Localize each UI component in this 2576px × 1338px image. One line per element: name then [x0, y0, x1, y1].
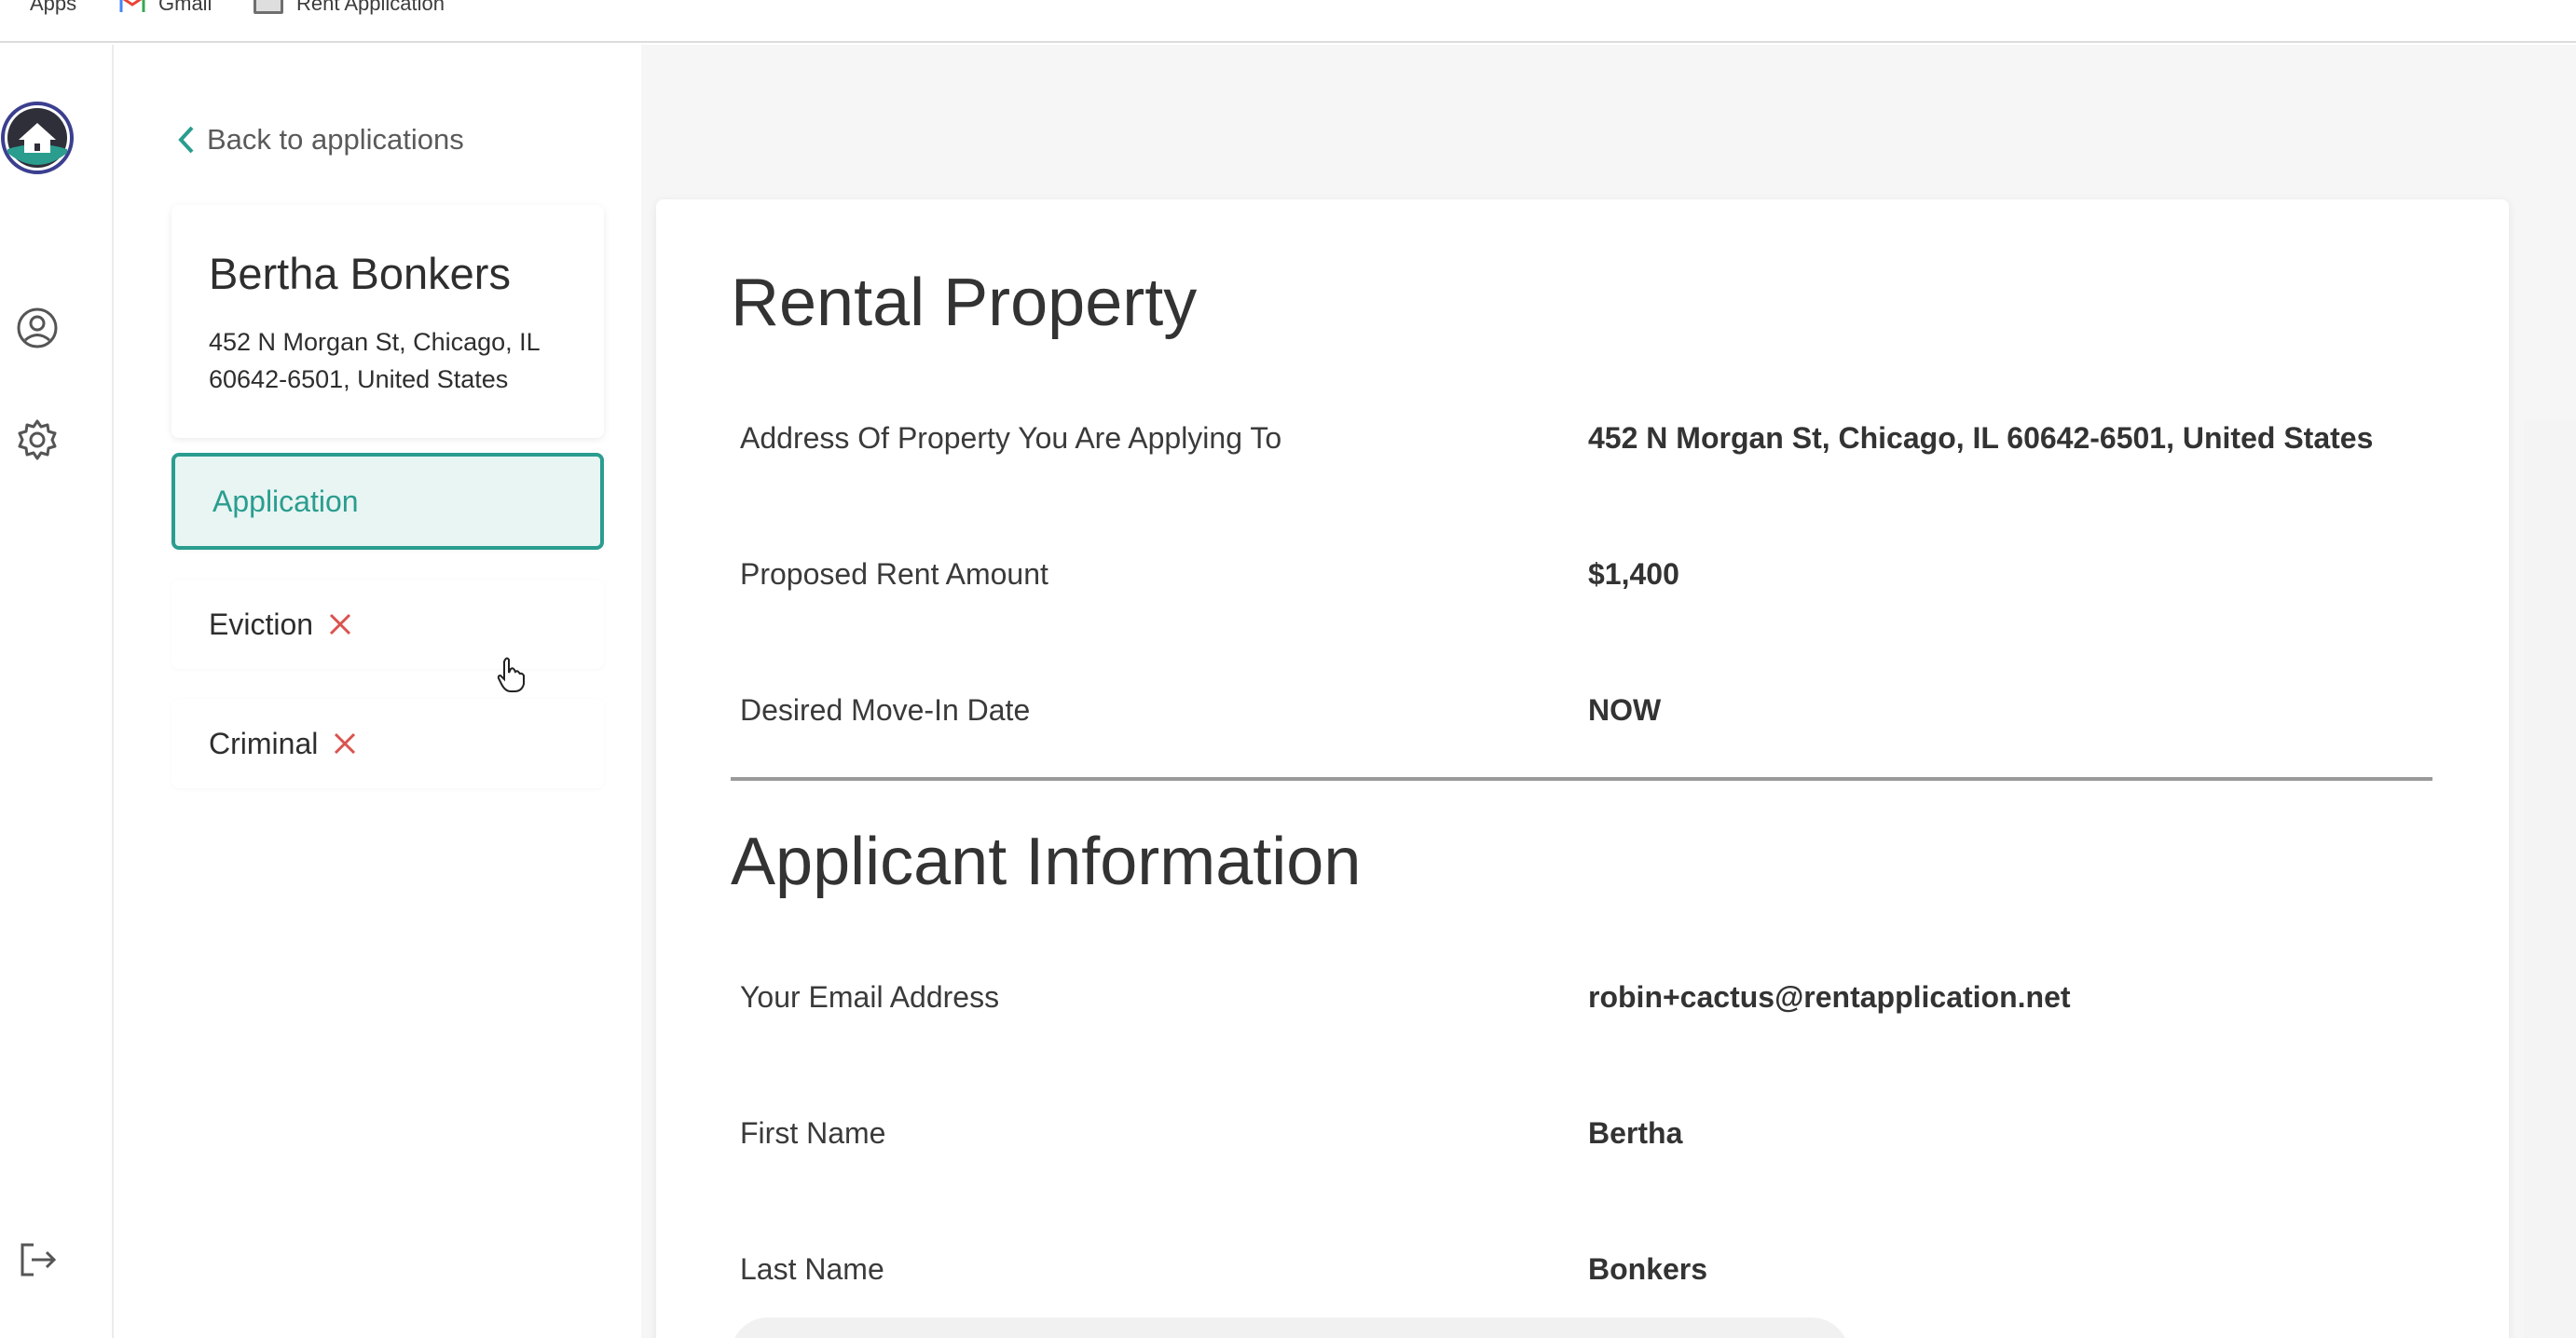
hand-cursor-icon	[497, 657, 525, 692]
nav-application-label: Application	[212, 484, 359, 518]
row-label-proposed-rent: Proposed Rent Amount	[740, 557, 1048, 591]
gmail-icon	[119, 0, 145, 12]
rental-property-title: Rental Property	[731, 266, 1198, 340]
nav-criminal[interactable]: Criminal	[171, 699, 604, 788]
bookmarks-bar: Apps Gmail Rent Application	[0, 0, 2576, 43]
right-strip	[2524, 419, 2576, 1338]
applicant-card: Bertha Bonkers 452 N Morgan St, Chicago,…	[171, 205, 604, 438]
eviction-failed-x-icon	[329, 613, 351, 635]
nav-eviction-label: Eviction	[209, 607, 314, 641]
row-value-first-name: Bertha	[1588, 1116, 1683, 1150]
row-label-property-address: Address Of Property You Are Applying To	[740, 421, 1282, 455]
bookmark-apps-label: Apps	[30, 0, 77, 15]
bookmark-page-icon	[253, 0, 283, 14]
bookmark-rent-application[interactable]: Rent Application	[253, 0, 445, 15]
applicant-address: 452 N Morgan St, Chicago, IL 60642-6501,…	[209, 323, 567, 398]
application-details-panel: Rental Property Address Of Property You …	[656, 199, 2509, 1338]
row-label-last-name: Last Name	[740, 1252, 884, 1286]
row-label-move-in-date: Desired Move-In Date	[740, 693, 1031, 727]
bookmark-gmail-label: Gmail	[158, 0, 212, 15]
row-label-first-name: First Name	[740, 1116, 886, 1150]
applicant-address-line1: 452 N Morgan St, Chicago, IL	[209, 328, 541, 356]
bookmark-apps[interactable]: Apps	[0, 0, 77, 15]
bookmark-rent-application-label: Rent Application	[296, 0, 445, 15]
row-value-proposed-rent: $1,400	[1588, 557, 1679, 591]
back-to-applications-link[interactable]: Back to applications	[177, 121, 464, 158]
logout-icon[interactable]	[15, 1237, 60, 1282]
back-link-label: Back to applications	[207, 123, 464, 156]
row-value-last-name: Bonkers	[1588, 1252, 1708, 1286]
settings-gear-icon[interactable]	[15, 417, 60, 462]
nav-eviction[interactable]: Eviction	[171, 580, 604, 669]
applicant-name: Bertha Bonkers	[209, 249, 511, 298]
applicant-address-line2: 60642-6501, United States	[209, 365, 509, 393]
applicant-information-title: Applicant Information	[731, 825, 1362, 899]
row-value-property-address: 452 N Morgan St, Chicago, IL 60642-6501,…	[1588, 421, 2374, 455]
row-value-move-in-date: NOW	[1588, 693, 1662, 727]
row-label-email: Your Email Address	[740, 980, 1000, 1014]
apps-grid-icon	[0, 0, 17, 12]
user-profile-icon[interactable]	[15, 306, 60, 350]
section-divider	[731, 777, 2432, 781]
nav-criminal-label: Criminal	[209, 726, 319, 760]
next-section-edge	[731, 1318, 1849, 1338]
row-value-email: robin+cactus@rentapplication.net	[1588, 980, 2071, 1014]
left-rail	[0, 45, 114, 1338]
chevron-left-icon	[178, 126, 194, 154]
criminal-failed-x-icon	[335, 732, 356, 755]
home-logo-icon[interactable]	[0, 101, 75, 175]
bookmark-gmail[interactable]: Gmail	[119, 0, 212, 15]
nav-application[interactable]: Application	[171, 453, 604, 550]
